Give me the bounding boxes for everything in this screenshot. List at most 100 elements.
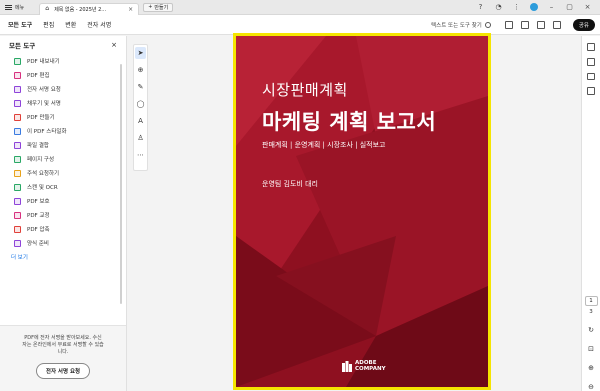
export-pdf-icon bbox=[14, 57, 21, 65]
redact-pdf-icon bbox=[14, 211, 21, 219]
fit-page-icon[interactable]: ⊡ bbox=[588, 345, 594, 353]
tool-item-label: PDF 보호 bbox=[27, 199, 50, 205]
esign-promo-message: PDF에 전자 서명을 받아보세요. 수신자는 온라인에서 무료로 서명할 수 … bbox=[22, 335, 104, 355]
prepare-form-icon bbox=[14, 239, 21, 247]
menu-label: 메뉴 bbox=[15, 4, 25, 11]
tool-item-prepare-form[interactable]: 양식 준비 bbox=[14, 236, 126, 250]
help-icon[interactable]: ? bbox=[476, 3, 485, 12]
zoom-icon[interactable]: ⊕ bbox=[135, 64, 146, 76]
esign-promo: PDF에 전자 서명을 받아보세요. 수신자는 온라인에서 무료로 서명할 수 … bbox=[0, 325, 126, 391]
document-page[interactable]: 시장판매계획 마케팅 계획 보고서 판매계획 | 운영계획 | 시장조사 | 실… bbox=[233, 33, 491, 390]
minimize-icon[interactable]: – bbox=[547, 3, 556, 12]
compress-pdf-icon bbox=[14, 225, 21, 233]
more-tools-icon[interactable]: ⋯ bbox=[135, 149, 146, 161]
tool-item-label: 전자 서명 요청 bbox=[27, 87, 61, 93]
rotate-icon[interactable]: ↻ bbox=[588, 326, 594, 334]
more-tools-link[interactable]: 더 보기 bbox=[0, 253, 126, 261]
tool-list: PDF 내보내기 PDF 편집전자 서명 요청채우기 및 서명 PDF 만들기이 P… bbox=[0, 54, 126, 250]
tool-item-combine-files[interactable]: 파일 결합 bbox=[14, 138, 126, 152]
apps-grid-icon[interactable]: ⋮ bbox=[512, 3, 521, 12]
current-page-input[interactable]: 1 bbox=[584, 296, 598, 306]
tool-item-stylize-pdf[interactable]: 이 PDF 스타일화 bbox=[14, 124, 126, 138]
tool-item-create-pdf[interactable]: PDF 만들기 bbox=[14, 110, 126, 124]
edit-pdf-icon bbox=[14, 71, 21, 79]
tab-edit[interactable]: 편집 bbox=[43, 20, 54, 29]
attachment-icon[interactable] bbox=[587, 87, 595, 96]
quick-tools-bar: ➤ ⊕ ✎ ◯ A ♙ ⋯ bbox=[133, 44, 148, 171]
panel-scrollbar[interactable] bbox=[120, 64, 122, 304]
close-tab-icon[interactable]: × bbox=[128, 6, 133, 13]
tool-item-label: PDF 압축 bbox=[27, 227, 50, 233]
select-cursor-icon[interactable]: ➤ bbox=[135, 47, 146, 59]
save-icon[interactable] bbox=[504, 20, 513, 29]
tool-item-organize-pages[interactable]: 페이지 구성 bbox=[14, 152, 126, 166]
close-panel-icon[interactable]: × bbox=[111, 41, 117, 49]
pages-icon[interactable] bbox=[587, 72, 595, 81]
total-pages: 3 bbox=[589, 309, 593, 315]
toolbar-tabs: 모든 도구 편집 변환 전자 서명 bbox=[0, 20, 111, 29]
tool-item-edit-pdf[interactable]: PDF 편집 bbox=[14, 68, 126, 82]
panel-title: 모든 도구 bbox=[9, 42, 36, 50]
bell-icon[interactable]: ◔ bbox=[494, 3, 503, 12]
stamp-icon[interactable]: ♙ bbox=[135, 132, 146, 144]
tool-item-compress-pdf[interactable]: PDF 압축 bbox=[14, 222, 126, 236]
share-button[interactable]: 공유 bbox=[572, 18, 595, 31]
zoom-out-icon[interactable]: ⊖ bbox=[588, 383, 594, 391]
tab-esign[interactable]: 전자 서명 bbox=[87, 20, 111, 29]
bookmark-icon[interactable] bbox=[587, 57, 595, 66]
print-icon[interactable] bbox=[536, 20, 545, 29]
menu-button[interactable]: 메뉴 bbox=[0, 0, 29, 15]
right-rail: 1 3 ↻ ⊡ ⊕ ⊖ bbox=[581, 36, 600, 391]
document-tab[interactable]: ⌂ 제목 없음 - 2025년 2... × bbox=[39, 2, 140, 15]
find-tools-search[interactable]: 텍스트 또는 도구 찾기 bbox=[431, 21, 491, 29]
home-icon: ⌂ bbox=[45, 5, 50, 12]
lasso-icon[interactable]: ◯ bbox=[135, 98, 146, 110]
cloud-upload-icon[interactable] bbox=[520, 20, 529, 29]
search-icon bbox=[484, 21, 491, 28]
text-box-icon[interactable]: A bbox=[135, 115, 146, 127]
toolbar-icons bbox=[504, 20, 561, 29]
cover-subtitle: 판매계획 | 운영계획 | 시장조사 | 실적보고 bbox=[262, 141, 386, 149]
request-comments-icon bbox=[14, 169, 21, 177]
document-tab-title: 제목 없음 - 2025년 2... bbox=[54, 6, 107, 13]
tool-item-label: 페이지 구성 bbox=[27, 157, 55, 163]
tab-strip: 메뉴 ⌂ 제목 없음 - 2025년 2... × + 만들기 ? ◔ ⋮ – … bbox=[0, 0, 600, 15]
main-toolbar: 모든 도구 편집 변환 전자 서명 텍스트 또는 도구 찾기 공유 bbox=[0, 15, 600, 35]
tool-item-export-pdf[interactable]: PDF 내보내기 bbox=[14, 54, 126, 68]
tool-item-label: PDF 교정 bbox=[27, 213, 50, 219]
tool-item-request-esign[interactable]: 전자 서명 요청 bbox=[14, 82, 126, 96]
stylize-pdf-icon bbox=[14, 127, 21, 135]
tool-item-label: 채우기 및 서명 bbox=[27, 101, 61, 107]
plus-icon: + bbox=[148, 4, 153, 10]
create-pdf-icon bbox=[14, 113, 21, 121]
comment-icon[interactable] bbox=[587, 43, 595, 51]
tab-all-tools[interactable]: 모든 도구 bbox=[8, 20, 32, 29]
hamburger-icon bbox=[5, 4, 12, 10]
new-tab-button[interactable]: + 만들기 bbox=[143, 2, 174, 12]
tool-item-label: 이 PDF 스타일화 bbox=[27, 129, 67, 135]
avatar[interactable] bbox=[530, 3, 538, 11]
panel-header: 모든 도구 × bbox=[0, 36, 126, 54]
tab-convert[interactable]: 변환 bbox=[65, 20, 76, 29]
logo-line2: COMPANY bbox=[355, 366, 386, 372]
tool-item-request-comments[interactable]: 주석 요청하기 bbox=[14, 166, 126, 180]
tool-item-fill-sign[interactable]: 채우기 및 서명 bbox=[14, 96, 126, 110]
find-tools-label: 텍스트 또는 도구 찾기 bbox=[431, 22, 482, 29]
organize-pages-icon bbox=[14, 155, 21, 163]
combine-files-icon bbox=[14, 141, 21, 149]
maximize-icon[interactable]: ▢ bbox=[565, 3, 574, 12]
tool-item-protect-pdf[interactable]: PDF 보호 bbox=[14, 194, 126, 208]
scan-ocr-icon bbox=[14, 183, 21, 191]
search-text-icon[interactable] bbox=[552, 20, 561, 29]
tool-item-label: PDF 만들기 bbox=[27, 115, 55, 121]
request-esign-button[interactable]: 전자 서명 요청 bbox=[35, 363, 91, 379]
new-tab-label: 만들기 bbox=[154, 4, 169, 11]
cover-title-line1: 시장판매계획 bbox=[262, 81, 348, 99]
pen-icon[interactable]: ✎ bbox=[135, 81, 146, 93]
tool-item-scan-ocr[interactable]: 스캔 및 OCR bbox=[14, 180, 126, 194]
zoom-in-icon[interactable]: ⊕ bbox=[588, 364, 594, 372]
close-window-icon[interactable]: × bbox=[583, 3, 592, 12]
tool-item-redact-pdf[interactable]: PDF 교정 bbox=[14, 208, 126, 222]
tool-item-label: PDF 편집 bbox=[27, 73, 50, 79]
tool-item-label: 주석 요청하기 bbox=[27, 171, 60, 177]
